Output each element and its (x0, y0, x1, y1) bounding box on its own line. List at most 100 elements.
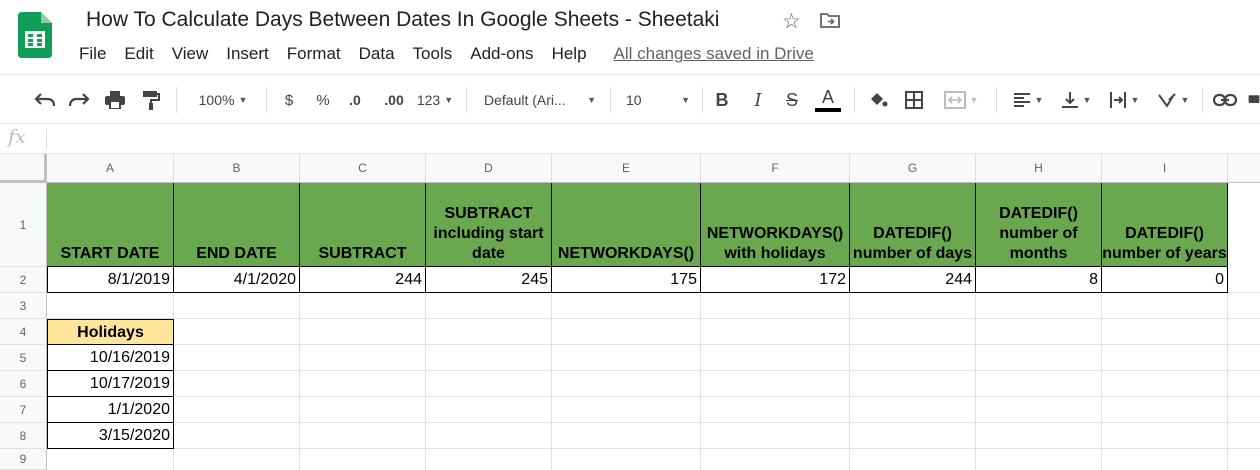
holiday-cell[interactable]: 10/17/2019 (47, 371, 174, 397)
title-bar: How To Calculate Days Between Dates In G… (0, 0, 1260, 74)
font-family-select[interactable]: Default (Ari... ▼ (480, 87, 600, 113)
value-cell-end-date[interactable]: 4/1/2020 (174, 267, 300, 293)
header-cell-datedif-years[interactable]: DATEDIF() number of years (1102, 183, 1228, 267)
menu-edit[interactable]: Edit (115, 44, 162, 64)
header-cell-networkdays-holidays[interactable]: NETWORKDAYS() with holidays (701, 183, 850, 267)
chevron-down-icon: ▼ (1034, 95, 1044, 105)
value-cell-subtract-including[interactable]: 245 (426, 267, 552, 293)
text-wrapping-icon[interactable]: ▼ (1104, 87, 1144, 113)
row-header-2[interactable]: 2 (0, 267, 47, 293)
row-header-1[interactable]: 1 (0, 183, 47, 267)
column-header-a[interactable]: A (47, 154, 174, 183)
value-cell-subtract[interactable]: 244 (300, 267, 426, 293)
column-header-e[interactable]: E (552, 154, 701, 183)
value-cell-datedif-months[interactable]: 8 (976, 267, 1102, 293)
column-header-d[interactable]: D (426, 154, 552, 183)
toolbar: 100% ▼ $ % .0 .00 123 ▼ Default (Ari... ▼ 1… (0, 74, 1260, 124)
redo-icon[interactable] (66, 87, 92, 113)
row-header-8[interactable]: 8 (0, 423, 47, 449)
borders-icon[interactable] (902, 87, 926, 113)
move-to-folder-icon[interactable] (820, 12, 840, 28)
horizontal-align-icon[interactable]: ▼ (1008, 87, 1048, 113)
column-header-b[interactable]: B (174, 154, 300, 183)
holiday-cell[interactable]: 1/1/2020 (47, 397, 174, 423)
row-header-7[interactable]: 7 (0, 397, 47, 423)
column-header-i[interactable]: I (1102, 154, 1228, 183)
header-cell-networkdays[interactable]: NETWORKDAYS() (552, 183, 701, 267)
font-size-select[interactable]: 10 ▼ (622, 87, 694, 113)
zoom-select[interactable]: 100% ▼ (190, 87, 256, 113)
menu-view[interactable]: View (163, 44, 218, 64)
column-header-j[interactable] (1228, 154, 1260, 183)
decrease-decimal-button[interactable]: .0 (344, 87, 366, 113)
header-cell-end-date[interactable]: END DATE (174, 183, 300, 267)
chevron-down-icon: ▼ (969, 95, 979, 105)
header-cell-datedif-days[interactable]: DATEDIF() number of days (850, 183, 976, 267)
chevron-down-icon: ▼ (444, 95, 454, 105)
chevron-down-icon: ▼ (1180, 95, 1190, 105)
sheets-logo-icon[interactable] (18, 12, 52, 58)
text-color-swatch (815, 108, 841, 112)
select-all-corner[interactable] (0, 154, 47, 183)
value-cell-datedif-years[interactable]: 0 (1102, 267, 1228, 293)
fx-icon: fx (8, 126, 26, 148)
row-header-6[interactable]: 6 (0, 371, 47, 397)
star-icon[interactable]: ☆ (782, 9, 801, 34)
undo-icon[interactable] (32, 87, 58, 113)
text-rotation-icon[interactable]: ▼ (1152, 87, 1194, 113)
insert-comment-icon[interactable] (1248, 87, 1260, 113)
chevron-down-icon: ▼ (1130, 95, 1140, 105)
currency-button[interactable]: $ (280, 87, 298, 113)
menu-format[interactable]: Format (278, 44, 350, 64)
column-header-h[interactable]: H (976, 154, 1102, 183)
chevron-down-icon: ▼ (681, 95, 690, 105)
document-title[interactable]: How To Calculate Days Between Dates In G… (86, 8, 719, 32)
bold-button[interactable]: B (712, 87, 732, 113)
value-cell-datedif-days[interactable]: 244 (850, 267, 976, 293)
value-cell-networkdays-holidays[interactable]: 172 (701, 267, 850, 293)
holiday-cell[interactable]: 3/15/2020 (47, 423, 174, 449)
menu-file[interactable]: File (70, 44, 115, 64)
menu-add-ons[interactable]: Add-ons (461, 44, 542, 64)
header-cell-start-date[interactable]: START DATE (47, 183, 174, 267)
formula-divider (46, 129, 47, 149)
merge-cells-icon[interactable]: ▼ (938, 87, 984, 113)
fill-color-icon[interactable] (866, 87, 890, 113)
menu-data[interactable]: Data (350, 44, 404, 64)
header-cell-subtract[interactable]: SUBTRACT (300, 183, 426, 267)
header-cell-subtract-including[interactable]: SUBTRACT including start date (426, 183, 552, 267)
more-formats-button[interactable]: 123 ▼ (414, 87, 456, 113)
increase-decimal-button[interactable]: .00 (380, 87, 408, 113)
menu-tools[interactable]: Tools (404, 44, 462, 64)
text-color-label: A (821, 87, 834, 107)
strikethrough-button[interactable]: S (782, 87, 802, 113)
menu-insert[interactable]: Insert (217, 44, 278, 64)
column-header-c[interactable]: C (300, 154, 426, 183)
percent-button[interactable]: % (314, 87, 332, 113)
italic-button[interactable]: I (748, 87, 768, 113)
row-header-9[interactable]: 9 (0, 449, 47, 470)
menu-bar: File Edit View Insert Format Data Tools … (70, 42, 814, 66)
zoom-value: 100% (198, 92, 235, 108)
chevron-down-icon: ▼ (1082, 95, 1092, 105)
print-icon[interactable] (102, 87, 128, 113)
value-cell-start-date[interactable]: 8/1/2019 (47, 267, 174, 293)
header-cell-datedif-months[interactable]: DATEDIF() number of months (976, 183, 1102, 267)
row-header-3[interactable]: 3 (0, 293, 47, 319)
row-header-4[interactable]: 4 (0, 319, 47, 345)
menu-help[interactable]: Help (543, 44, 596, 64)
value-cell-networkdays[interactable]: 175 (552, 267, 701, 293)
column-header-f[interactable]: F (701, 154, 850, 183)
more-formats-label: 123 (416, 92, 441, 108)
holiday-cell[interactable]: 10/16/2019 (47, 345, 174, 371)
insert-link-icon[interactable] (1212, 87, 1238, 113)
row-header-5[interactable]: 5 (0, 345, 47, 371)
holidays-header-cell[interactable]: Holidays (47, 319, 174, 345)
column-header-g[interactable]: G (850, 154, 976, 183)
paint-format-icon[interactable] (138, 87, 164, 113)
save-status-link[interactable]: All changes saved in Drive (614, 44, 814, 64)
text-color-button[interactable]: A (814, 87, 842, 113)
formula-input[interactable] (52, 128, 1252, 150)
decrease-decimal-label: .0 (349, 92, 361, 108)
vertical-align-icon[interactable]: ▼ (1056, 87, 1096, 113)
